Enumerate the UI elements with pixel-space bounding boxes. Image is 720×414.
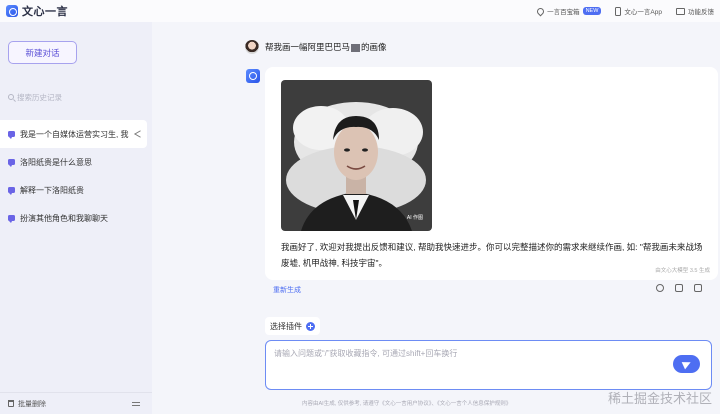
message-composer [265,340,712,390]
send-button[interactable] [673,355,700,373]
portrait-illustration [281,80,432,231]
thumbs-down-icon[interactable] [694,284,702,292]
history-item[interactable]: 解释一下洛阳纸贵 [0,176,152,204]
top-links: 一言百宝箱 NEW 文心一言App 功能反馈 [535,0,714,22]
chat-main: 帮我画一幅阿里巴巴马 的画像 AI 作图 我画好了, 欢迎对我提出反馈和建议, … [152,22,720,414]
history-item[interactable]: 洛阳纸贵是什么意思 [0,148,152,176]
ai-image-tag: AI 作图 [406,215,423,221]
history-search-placeholder: 搜索历史记录 [17,92,62,102]
collapse-toggle-icon[interactable] [132,401,140,407]
brand[interactable]: 文心一言 [6,3,68,19]
history-item-label: 我是一个自媒体运营实习生, 我 [20,129,129,139]
select-plugin-button[interactable]: 选择插件 [265,317,320,335]
regenerate-button[interactable]: 重新生成 [273,285,301,295]
feedback-link[interactable]: 功能反馈 [676,6,714,16]
history-item-label: 扮演其他角色和我聊聊天 [20,213,108,223]
user-prompt-before: 帮我画一幅阿里巴巴马 [265,42,351,52]
app-download-label: 文心一言App [624,9,662,16]
bot-avatar-icon [246,69,260,83]
chat-bubble-icon [8,131,15,139]
chat-bubble-icon [8,187,15,195]
history-item[interactable]: 扮演其他角色和我聊聊天 [0,204,152,232]
trash-icon [8,400,14,407]
sidebar: 新建对话 搜索历史记录 我是一个自媒体运营实习生, 我 洛阳纸贵是什么意思 解释… [0,22,152,414]
watermark: 稀土掘金技术社区 [607,392,712,407]
share-icon[interactable] [134,130,141,138]
feedback-label: 功能反馈 [688,9,714,16]
thumbs-up-icon[interactable] [675,284,683,292]
chat-bubble-icon [8,215,15,223]
history-item[interactable]: 我是一个自媒体运营实习生, 我 [0,120,147,148]
new-chat-button[interactable]: 新建对话 [8,41,77,64]
redaction-block [351,43,361,52]
user-prompt-after: 的画像 [361,42,387,52]
sidebar-footer: 批量删除 [0,392,152,414]
generated-image[interactable]: AI 作图 [281,80,432,231]
history-item-label: 解释一下洛阳纸贵 [20,185,84,195]
history-list: 我是一个自媒体运营实习生, 我 洛阳纸贵是什么意思 解释一下洛阳纸贵 扮演其他角… [0,120,152,232]
toolbox-label: 一言百宝箱 [547,9,580,16]
brand-name: 文心一言 [22,6,68,18]
location-pin-icon [535,6,546,16]
chat-bubble-icon [8,159,15,167]
toolbox-link[interactable]: 一言百宝箱 NEW [535,6,602,16]
reply-text: 我画好了, 欢迎对我提出反馈和建议, 帮助我快速进步。你可以完整描述你的需求来继… [281,242,703,268]
bulk-delete-button[interactable]: 批量删除 [18,399,46,409]
user-message: 帮我画一幅阿里巴巴马 的画像 [245,40,387,54]
user-prompt: 帮我画一幅阿里巴巴马 的画像 [265,41,387,53]
app-download-link[interactable]: 文心一言App [615,6,662,16]
disclaimer: 内容由AI生成, 仅供参考, 请遵守《文心一言用户协议》、《文心一言个人信息保护… [302,401,512,407]
model-footnote: 由文心大模型 3.5 生成 [655,268,710,274]
wenxin-logo-icon [6,5,18,17]
history-search[interactable]: 搜索历史记录 [8,91,146,103]
search-icon [8,94,14,100]
share-icon[interactable] [656,284,664,292]
mail-icon [676,7,685,15]
top-bar: 文心一言 一言百宝箱 NEW 文心一言App 功能反馈 [0,0,720,22]
phone-icon [615,6,622,16]
response-actions [656,284,702,292]
new-badge: NEW [582,7,602,15]
history-item-label: 洛阳纸贵是什么意思 [20,157,92,167]
select-plugin-label: 选择插件 [270,321,302,331]
message-input[interactable] [266,341,666,381]
plus-circle-icon [306,321,315,331]
bot-response-card: AI 作图 我画好了, 欢迎对我提出反馈和建议, 帮助我快速进步。你可以完整描述… [265,67,718,280]
user-avatar [245,40,259,54]
